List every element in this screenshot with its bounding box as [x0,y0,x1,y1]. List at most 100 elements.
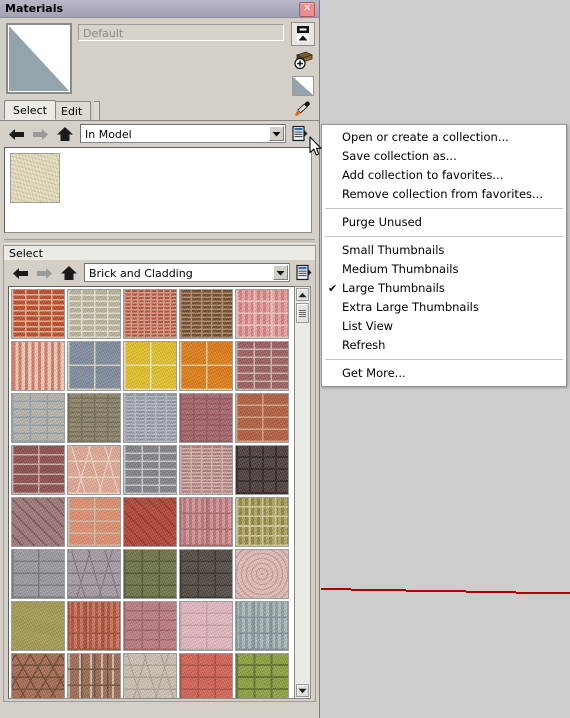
brick-small-red[interactable] [123,289,177,339]
materials-grid-container [7,286,312,701]
tile-pink-dotted[interactable] [235,549,289,599]
primary-navbar: In Model [0,121,319,147]
menu-item-save-collection-as[interactable]: Save collection as... [322,147,566,166]
paver-mossy-green[interactable] [123,549,177,599]
paver-olive-weave[interactable] [235,497,289,547]
chevron-down-glyph [276,270,285,275]
tab-bar: Select Edit [0,98,319,121]
menu-item-label: Purge Unused [342,215,422,229]
paver-green-grid[interactable] [235,653,289,698]
brick-pink-basketweave[interactable] [235,289,289,339]
home-icon[interactable] [58,264,80,282]
materials-grid [11,289,301,698]
collection-context-menu[interactable]: Open or create a collection... Save colle… [321,124,567,387]
paver-herringbone-mauve[interactable] [11,497,65,547]
menu-item-small-thumbnails[interactable]: Small Thumbnails [322,241,566,260]
menu-item-get-more[interactable]: Get More... [322,364,566,383]
collection-dropdown[interactable]: In Model [80,124,286,143]
menu-item-large-thumbnails[interactable]: ✔ Large Thumbnails [322,279,566,298]
secondary-collection-dropdown[interactable]: Brick and Cladding [84,263,290,282]
brick-orange-glaze[interactable] [179,341,233,391]
details-glyph [296,264,312,281]
brick-mauve-running[interactable] [235,341,289,391]
paver-pale-pink[interactable] [179,601,233,651]
brick-rose-thin[interactable] [179,445,233,495]
paver-orange-basket[interactable] [67,601,121,651]
close-icon[interactable]: ✕ [299,2,315,17]
menu-separator [325,236,563,237]
menu-item-label: Open or create a collection... [342,130,509,144]
menu-item-purge-unused[interactable]: Purge Unused [322,213,566,232]
material-preview-fill [9,26,69,91]
home-glyph [57,127,73,141]
in-model-material-1[interactable] [10,153,60,203]
panel-splitter[interactable] [0,237,319,245]
stone-pink-rubble[interactable] [67,445,121,495]
chevron-down-icon[interactable] [269,126,284,141]
paver-diagonal-red[interactable] [123,497,177,547]
details-icon[interactable] [290,124,309,143]
forward-arrow-glyph [33,128,48,140]
details-icon[interactable] [294,263,313,282]
brick-maroon-running[interactable] [11,445,65,495]
chevron-down-icon[interactable] [273,265,288,280]
forward-arrow-icon[interactable] [33,264,55,282]
menu-item-open-or-create-a-collection[interactable]: Open or create a collection... [322,128,566,147]
paver-hexagon-brown[interactable] [11,653,65,698]
brick-rough-red[interactable] [11,289,65,339]
brick-terracotta-large[interactable] [235,393,289,443]
scroll-up-icon[interactable] [296,288,309,301]
menu-item-label: Large Thumbnails [342,281,445,295]
paver-lilac-random[interactable] [67,549,121,599]
stone-grey-rough[interactable] [11,393,65,443]
brick-dark-brown[interactable] [179,289,233,339]
brick-mottled-rose[interactable] [179,393,233,443]
scroll-down-icon[interactable] [296,684,309,697]
brick-blue-speckle[interactable] [67,341,121,391]
paver-pink-block[interactable] [179,497,233,547]
create-material-icon[interactable] [291,48,315,72]
details-glyph [292,125,308,142]
menu-item-remove-collection-from-favorites[interactable]: Remove collection from favorites... [322,185,566,204]
brick-tan-block[interactable] [67,289,121,339]
back-arrow-icon[interactable] [10,264,32,282]
brick-yellow-glaze[interactable] [123,341,177,391]
home-icon[interactable] [54,125,76,143]
paver-coral-block[interactable] [179,653,233,698]
scroll-thumb[interactable] [296,303,309,323]
menu-item-extra-large-thumbnails[interactable]: Extra Large Thumbnails [322,298,566,317]
forward-arrow-glyph [37,267,52,279]
material-name-field[interactable]: Default [78,24,284,41]
dialog-titlebar[interactable]: Materials ✕ [0,0,319,18]
chevron-down-glyph [272,131,281,136]
back-arrow-icon[interactable] [6,125,28,143]
brick-olive-weathered[interactable] [67,393,121,443]
close-glyph: ✕ [303,2,311,14]
materials-scrollbar[interactable] [294,286,311,699]
paver-sand-random[interactable] [123,653,177,698]
menu-item-add-collection-to-favorites[interactable]: Add collection to favorites... [322,166,566,185]
paver-charcoal-wet[interactable] [179,549,233,599]
forward-arrow-icon[interactable] [29,125,51,143]
block-grey-concrete[interactable] [123,445,177,495]
menu-item-list-view[interactable]: List View [322,317,566,336]
brick-grey-thin[interactable] [123,393,177,443]
stucco-olive-plain[interactable] [11,601,65,651]
tab-edit[interactable]: Edit [52,101,92,120]
paver-rose-running[interactable] [123,601,177,651]
display-secondary-pane-icon[interactable] [291,22,315,46]
eyedropper-icon[interactable] [289,97,315,121]
paver-bluegrey-weave[interactable] [235,601,289,651]
material-preview-swatch[interactable] [6,23,72,94]
tab-select[interactable]: Select [4,100,56,120]
material-swatch-icon[interactable] [291,74,315,98]
menu-item-label: Refresh [342,338,386,352]
paver-grey-stagger[interactable] [11,549,65,599]
menu-item-medium-thumbnails[interactable]: Medium Thumbnails [322,260,566,279]
in-model-list[interactable] [4,147,312,233]
tile-dark-square[interactable] [235,445,289,495]
brick-salmon-large[interactable] [67,497,121,547]
brick-soldier-course[interactable] [11,341,65,391]
menu-item-refresh[interactable]: Refresh [322,336,566,355]
brick-with-vents[interactable] [67,653,121,698]
